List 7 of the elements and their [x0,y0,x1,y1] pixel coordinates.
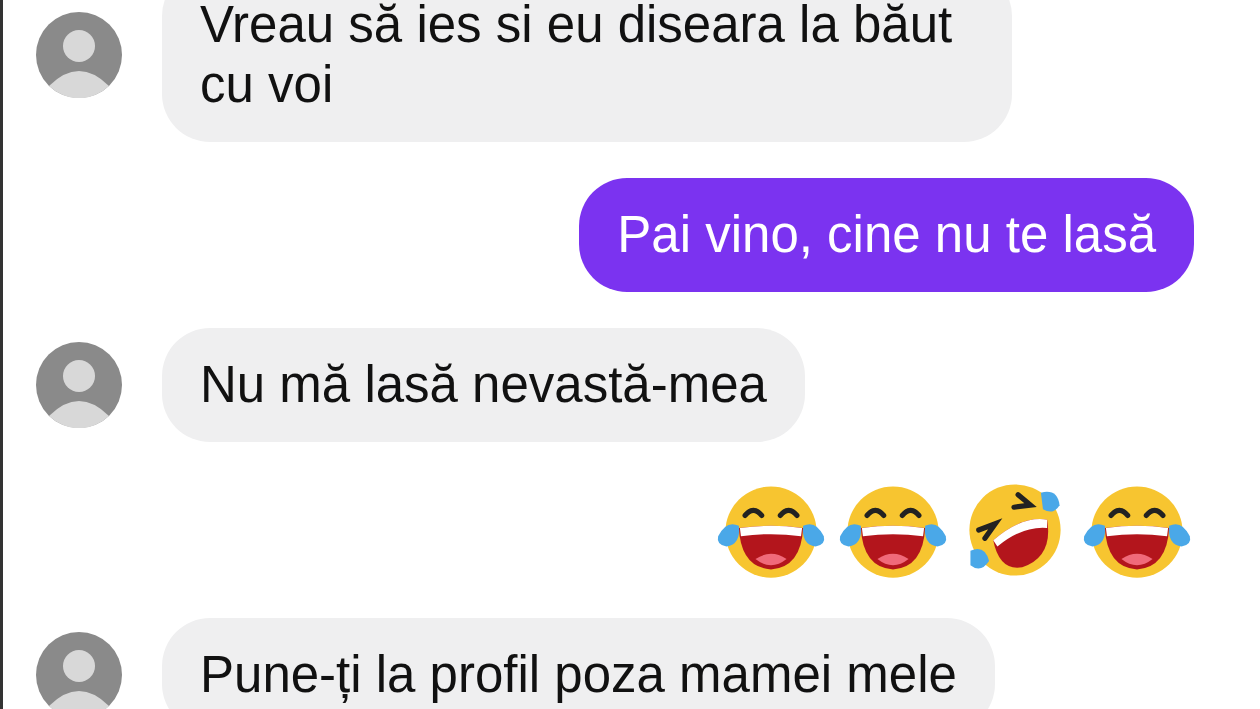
avatar-icon [36,342,122,428]
message-bubble: Pai vino, cine nu te lasă [579,178,1194,292]
message-bubble: Vreau să ies si eu diseara la băut cu voi [162,0,1012,142]
message-bubble: Pune-ți la profil poza mamei mele [162,618,995,709]
avatar-icon [36,12,122,98]
message-bubble: Nu mă lasă nevastă-mea [162,328,805,442]
avatar-icon [36,632,122,709]
